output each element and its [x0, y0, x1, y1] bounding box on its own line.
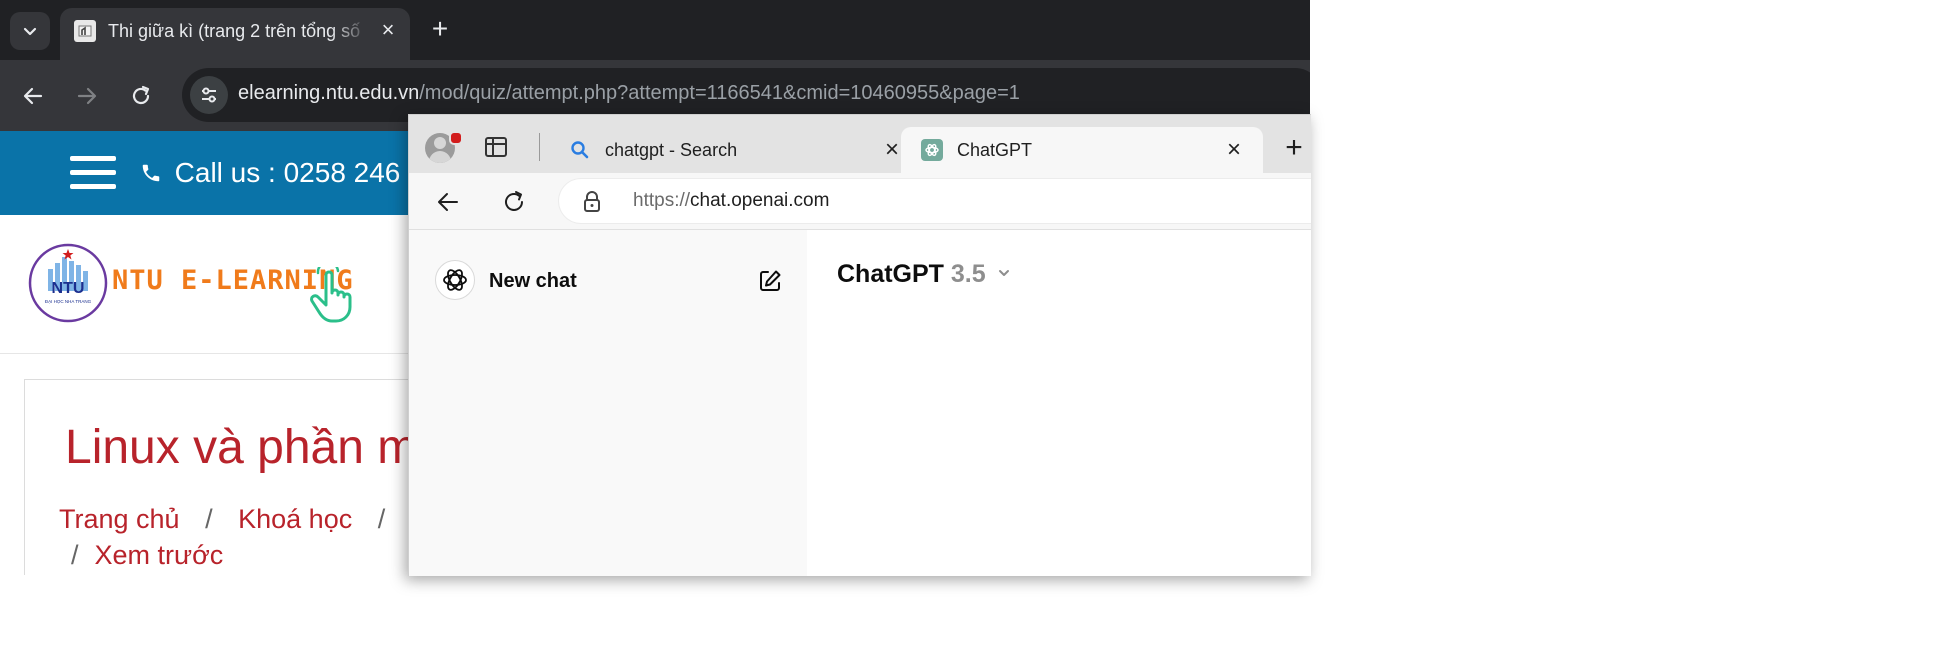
- breadcrumb-separator: /: [377, 504, 386, 534]
- chrome-url: elearning.ntu.edu.vn/mod/quiz/attempt.ph…: [238, 82, 1020, 105]
- breadcrumb-courses[interactable]: Khoá học: [238, 504, 352, 534]
- new-tab-plus-icon[interactable]: +: [426, 12, 454, 46]
- chatgpt-main: ChatGPT 3.5: [807, 230, 1311, 576]
- search-icon: [571, 141, 589, 159]
- chatgpt-favicon-icon: [921, 139, 943, 161]
- chevron-down-icon: [23, 27, 37, 36]
- tab-chatgpt[interactable]: ChatGPT ×: [901, 127, 1263, 173]
- moodle-favicon-icon: [74, 20, 96, 42]
- edge-tabstrip: chatgpt - Search × ChatGPT × +: [409, 115, 1311, 173]
- reload-icon[interactable]: [124, 79, 158, 113]
- lock-icon[interactable]: [583, 190, 601, 212]
- tab-divider: [539, 133, 540, 161]
- back-arrow-icon[interactable]: [431, 185, 465, 219]
- tab-actions-icon[interactable]: [485, 137, 507, 157]
- breadcrumb: Trang chủ / Khoá học / N: [59, 504, 430, 535]
- url-host: chat.openai.com: [690, 190, 830, 211]
- chatgpt-page: New chat ChatGPT 3.5: [409, 229, 1311, 576]
- url-path: /mod/quiz/attempt.php?attempt=1166541&cm…: [419, 82, 1020, 104]
- chevron-down-icon: [997, 269, 1011, 286]
- compose-icon[interactable]: [757, 268, 783, 294]
- chrome-tabstrip: Thi giữa kì (trang 2 trên tổng số × +: [0, 0, 1310, 60]
- breadcrumb-home[interactable]: Trang chủ: [59, 504, 180, 534]
- url-scheme: https://: [633, 190, 691, 211]
- breadcrumb-line-2: / Xem trước: [71, 540, 223, 571]
- tab-close-icon[interactable]: ×: [376, 18, 400, 42]
- tab-quiz[interactable]: Thi giữa kì (trang 2 trên tổng số ×: [60, 8, 410, 60]
- new-chat-button[interactable]: New chat: [435, 260, 785, 304]
- hamburger-menu-icon[interactable]: [70, 156, 116, 190]
- breadcrumb-separator: /: [205, 504, 213, 534]
- new-chat-label: New chat: [489, 270, 577, 292]
- new-tab-plus-icon[interactable]: +: [1279, 133, 1309, 163]
- breadcrumb-preview[interactable]: Xem trước: [95, 540, 224, 570]
- back-arrow-icon[interactable]: [16, 79, 50, 113]
- ntu-logo-caption: ĐẠI HỌC NHA TRANG: [45, 299, 92, 304]
- model-selector[interactable]: ChatGPT 3.5: [837, 260, 1011, 289]
- model-version: 3.5: [950, 260, 986, 288]
- course-title: Linux và phần m: [65, 421, 418, 474]
- breadcrumb-separator: /: [71, 540, 79, 570]
- tab-search-button[interactable]: [10, 12, 50, 50]
- notification-dot: [449, 131, 463, 145]
- forward-arrow-icon[interactable]: [70, 79, 104, 113]
- tab-title-fade: [330, 16, 370, 46]
- tab-title: Thi giữa kì (trang 2 trên tổng số: [108, 21, 361, 41]
- phone-icon: [140, 161, 169, 188]
- edge-url: https://chat.openai.com: [633, 190, 829, 212]
- reload-icon[interactable]: [497, 185, 531, 219]
- ntu-logo[interactable]: NTU ĐẠI HỌC NHA TRANG: [28, 243, 108, 323]
- call-us: Call us : 0258 246: [140, 157, 400, 189]
- site-info-tune-icon[interactable]: [190, 76, 228, 114]
- url-domain: elearning.ntu.edu.vn: [238, 82, 420, 104]
- tab-close-icon[interactable]: ×: [1221, 137, 1247, 163]
- edge-address-bar[interactable]: https://chat.openai.com: [559, 179, 1311, 223]
- tab-label: ChatGPT: [957, 140, 1033, 160]
- tab-bing-search[interactable]: chatgpt - Search ×: [549, 127, 921, 173]
- call-us-text: Call us : 0258 246: [174, 157, 401, 188]
- tab-label: chatgpt - Search: [605, 140, 738, 160]
- edge-toolbar: https://chat.openai.com: [409, 173, 1311, 229]
- pointing-hand-icon: [310, 267, 352, 323]
- openai-logo-icon: [435, 260, 475, 300]
- chatgpt-sidebar: New chat: [409, 230, 807, 576]
- screen: Thi giữa kì (trang 2 trên tổng số × + el…: [0, 0, 1943, 652]
- ntu-logo-text: NTU: [52, 280, 85, 297]
- edge-window: chatgpt - Search × ChatGPT × + https://c…: [408, 114, 1311, 576]
- model-name: ChatGPT: [837, 260, 944, 288]
